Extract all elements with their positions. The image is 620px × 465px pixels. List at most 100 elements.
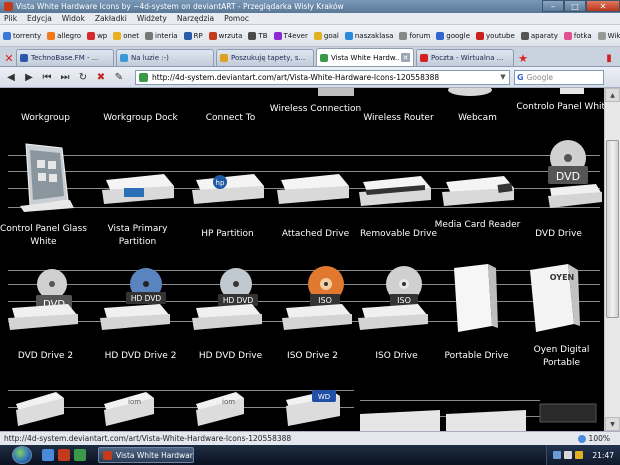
scroll-up-icon[interactable]: ▲ bbox=[605, 88, 620, 102]
bookmark-youtube[interactable]: youtube bbox=[476, 31, 515, 40]
bookmark-torrenty[interactable]: torrenty bbox=[3, 31, 41, 40]
hd-dvd-drive-icon[interactable]: HD DVD bbox=[190, 266, 266, 334]
zoom-control[interactable]: 100% bbox=[577, 434, 610, 443]
bookmark-wikipedia[interactable]: Wikipedia bbox=[597, 31, 620, 40]
quicklaunch-desktop-icon[interactable] bbox=[42, 449, 54, 461]
icon-label-hd-dvd-drive-2[interactable]: HD DVD Drive 2 bbox=[93, 350, 188, 363]
tab-poczta[interactable]: Poczta - Wirtualna ... bbox=[416, 49, 514, 66]
network-icon[interactable] bbox=[553, 451, 562, 459]
search-input[interactable]: G Google bbox=[514, 69, 604, 85]
close-button[interactable]: ✕ bbox=[586, 0, 620, 12]
media-card-reader-icon[interactable] bbox=[440, 170, 520, 212]
scroll-down-icon[interactable]: ▼ bbox=[605, 417, 620, 431]
bookmark-fotka[interactable]: fotka bbox=[563, 31, 592, 40]
bookmark-google[interactable]: google bbox=[436, 31, 470, 40]
bookmark-favicon-icon bbox=[436, 31, 445, 40]
dvd-drive-icon[interactable]: DVD bbox=[546, 138, 604, 210]
tray-app-icon[interactable] bbox=[575, 451, 584, 459]
control-panel-glass-icon[interactable] bbox=[20, 140, 76, 212]
icon-label-webcam[interactable]: Webcam bbox=[430, 112, 525, 125]
volume-icon[interactable] bbox=[564, 451, 573, 459]
iso-drive-icon[interactable]: ISO bbox=[356, 264, 432, 334]
bookmark-wp[interactable]: wp bbox=[87, 31, 107, 40]
menu-widgets[interactable]: Widżety bbox=[137, 14, 167, 23]
row4-partial-icons: iom iom WD bbox=[16, 390, 597, 431]
window-titlebar: Vista White Hardware Icons by ~4d-system… bbox=[0, 0, 620, 13]
trash-icon[interactable]: ▮ bbox=[602, 50, 616, 66]
new-tab-icon[interactable]: ★ bbox=[516, 50, 530, 66]
icon-label-portable-drive[interactable]: Portable Drive bbox=[429, 350, 524, 363]
tab-close-icon[interactable]: ✕ bbox=[401, 53, 410, 62]
bookmark-allegro[interactable]: allegro bbox=[47, 31, 81, 40]
icon-label-dvd-drive-2[interactable]: DVD Drive 2 bbox=[0, 350, 93, 363]
icon-label-hp-partition[interactable]: HP Partition bbox=[180, 228, 275, 241]
tab-technobase[interactable]: TechnoBase.FM - ... bbox=[16, 49, 114, 66]
scrollbar-thumb[interactable] bbox=[606, 140, 619, 318]
menu-help[interactable]: Pomoc bbox=[224, 14, 249, 23]
back-icon[interactable]: ◀ bbox=[3, 69, 19, 85]
hddvd-badge-text: HD DVD bbox=[131, 294, 162, 303]
menu-file[interactable]: Plik bbox=[4, 14, 17, 23]
hd-dvd-drive-2-icon[interactable]: HD DVD bbox=[98, 266, 174, 334]
icon-label-attached-drive[interactable]: Attached Drive bbox=[268, 228, 363, 241]
icon-label-connect-to[interactable]: Connect To bbox=[183, 112, 278, 125]
reload-icon[interactable]: ↻ bbox=[75, 69, 91, 85]
close-tab-icon[interactable]: ✕ bbox=[2, 50, 16, 66]
rewind-icon[interactable]: ⏮ bbox=[39, 69, 55, 85]
vista-primary-partition-icon[interactable] bbox=[100, 168, 178, 210]
bookmark-tb[interactable]: TB bbox=[248, 31, 268, 40]
bookmark-wrzuta[interactable]: wrzuta bbox=[208, 31, 242, 40]
chevron-down-icon[interactable]: ▼ bbox=[497, 73, 509, 81]
tab-vista-white[interactable]: Vista White Hardw... ✕ bbox=[316, 48, 414, 66]
taskbar-item-browser[interactable]: Vista White Hardwar... bbox=[98, 447, 194, 463]
menu-edit[interactable]: Edycja bbox=[27, 14, 52, 23]
address-bar[interactable]: http://4d-system.deviantart.com/art/Vist… bbox=[135, 69, 510, 85]
stop-icon[interactable]: ✖ bbox=[93, 69, 109, 85]
bookmark-t4ever[interactable]: T4ever bbox=[273, 31, 308, 40]
edit-icon[interactable]: ✎ bbox=[111, 69, 127, 85]
menu-tools[interactable]: Narzędzia bbox=[177, 14, 214, 23]
quicklaunch-app-icon[interactable] bbox=[74, 449, 86, 461]
start-button[interactable] bbox=[12, 446, 32, 464]
icon-label-control-panel-white[interactable]: Controlo Panel White bbox=[516, 101, 604, 114]
tab-tapety[interactable]: Poszukuję tapety, s... bbox=[216, 49, 314, 66]
hp-partition-icon[interactable]: hp bbox=[190, 168, 268, 210]
bookmark-rp[interactable]: RP bbox=[183, 31, 203, 40]
browser-icon bbox=[103, 450, 112, 460]
icon-label-wireless-connection[interactable]: Wireless Connection bbox=[268, 103, 363, 116]
oyen-digital-portable-icon[interactable]: OYEN bbox=[524, 262, 586, 338]
bookmark-onet[interactable]: onet bbox=[113, 31, 139, 40]
portable-drive-icon[interactable] bbox=[448, 262, 502, 338]
url-text: http://4d-system.deviantart.com/art/Vist… bbox=[152, 72, 440, 82]
removable-drive-icon[interactable] bbox=[357, 170, 435, 212]
menu-view[interactable]: Widok bbox=[62, 14, 85, 23]
quicklaunch-browser-icon[interactable] bbox=[58, 449, 70, 461]
bookmark-goal[interactable]: goal bbox=[313, 31, 339, 40]
fast-forward-icon[interactable]: ⏭ bbox=[57, 69, 73, 85]
bookmark-interia[interactable]: interia bbox=[145, 31, 178, 40]
icon-label-dvd-drive[interactable]: DVD Drive bbox=[511, 228, 604, 241]
browser-icon bbox=[4, 2, 13, 11]
iso-drive-2-icon[interactable]: ISO bbox=[280, 264, 356, 334]
bookmark-forum[interactable]: forum bbox=[399, 31, 430, 40]
bookmark-aparaty[interactable]: aparaty bbox=[520, 31, 558, 40]
page-content: Workgroup Workgroup Dock Connect To Wire… bbox=[0, 88, 604, 431]
vertical-scrollbar[interactable]: ▲ ▼ bbox=[604, 88, 620, 431]
clock[interactable]: 21:47 bbox=[592, 451, 614, 460]
icon-label-vista-primary-partition[interactable]: Vista Primary Partition bbox=[90, 223, 185, 249]
icon-label-workgroup[interactable]: Workgroup bbox=[0, 112, 93, 125]
icon-label-hd-dvd-drive[interactable]: HD DVD Drive bbox=[183, 350, 278, 363]
dvd-drive-2-icon[interactable]: DVD bbox=[6, 268, 82, 334]
bookmark-naszaklasa[interactable]: naszaklasa bbox=[344, 31, 393, 40]
attached-drive-icon[interactable] bbox=[275, 168, 353, 210]
forward-icon[interactable]: ▶ bbox=[21, 69, 37, 85]
icon-label-control-panel-glass[interactable]: Control Panel Glass White bbox=[0, 223, 91, 249]
search-placeholder: Google bbox=[526, 72, 554, 82]
icon-label-workgroup-dock[interactable]: Workgroup Dock bbox=[93, 112, 188, 125]
maximize-button[interactable]: □ bbox=[564, 0, 586, 12]
tab-na-luzie[interactable]: Na luzie :-) bbox=[116, 49, 214, 66]
icon-label-oyen-digital-portable[interactable]: Oyen Digital Portable bbox=[514, 344, 604, 370]
icon-label-iso-drive-2[interactable]: ISO Drive 2 bbox=[265, 350, 360, 363]
minimize-button[interactable]: – bbox=[542, 0, 564, 12]
menu-bookmarks[interactable]: Zakładki bbox=[95, 14, 127, 23]
